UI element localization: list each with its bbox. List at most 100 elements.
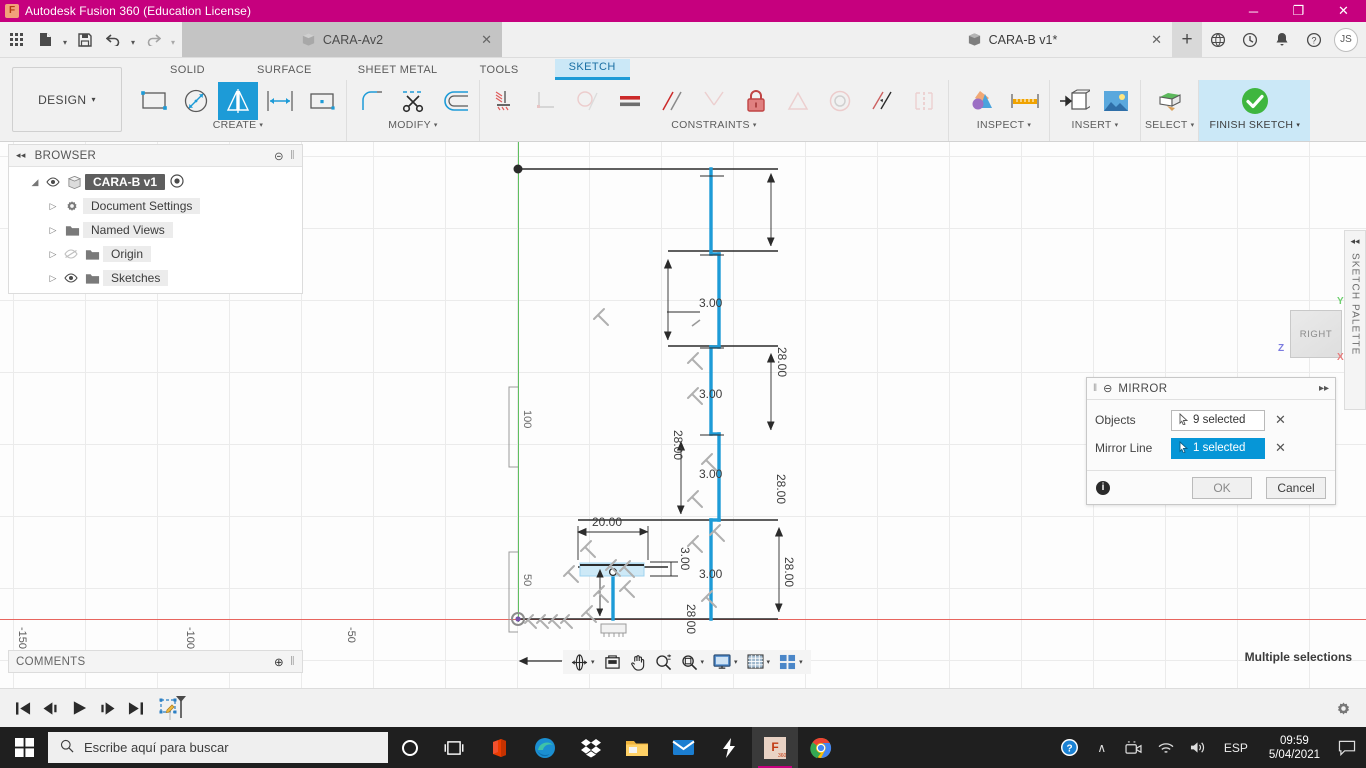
dialog-grip-icon[interactable]: ‖ xyxy=(1093,383,1097,394)
tab-sheet-metal[interactable]: SHEET METAL xyxy=(344,62,452,80)
mirror-dialog[interactable]: ‖ ⊖ MIRROR ▸▸ Objects 9 selected ✕ Mirro… xyxy=(1086,377,1336,505)
mirror-line-clear-icon[interactable]: ✕ xyxy=(1275,440,1286,456)
display-settings-icon[interactable]: ▾ xyxy=(709,651,742,673)
mirror-icon[interactable] xyxy=(218,82,258,120)
mirror-objects-selection[interactable]: 9 selected xyxy=(1171,410,1265,431)
dimension-value[interactable]: 28.00 xyxy=(782,557,796,587)
chevron-down-icon[interactable]: ▾ xyxy=(734,658,738,666)
tab-surface[interactable]: SURFACE xyxy=(243,62,326,80)
play-icon[interactable] xyxy=(66,694,92,722)
add-comment-icon[interactable]: ⊕ xyxy=(274,655,284,669)
tab-solid[interactable]: SOLID xyxy=(156,62,219,80)
browser-collapse-icon[interactable]: ◂◂ xyxy=(16,150,26,161)
taskbar-app-edge[interactable] xyxy=(522,727,568,768)
go-to-beginning-icon[interactable] xyxy=(10,694,36,722)
notification-icon[interactable] xyxy=(1332,727,1362,768)
symmetry-icon[interactable] xyxy=(904,82,944,120)
visibility-eye-icon[interactable] xyxy=(43,177,63,187)
task-view-icon[interactable] xyxy=(432,727,476,768)
mirror-dialog-header[interactable]: ‖ ⊖ MIRROR ▸▸ xyxy=(1087,378,1335,400)
panel-create-label[interactable]: CREATE ▾ xyxy=(213,119,263,131)
point-icon[interactable] xyxy=(302,82,342,120)
app-grid-icon[interactable] xyxy=(3,25,31,55)
dialog-expand-icon[interactable]: ▸▸ xyxy=(1319,383,1329,394)
panel-finish-sketch-label[interactable]: FINISH SKETCH ▾ xyxy=(1209,119,1300,131)
browser-node-origin[interactable]: ▷ Origin xyxy=(9,242,302,266)
taskbar-app-dropbox[interactable] xyxy=(568,727,614,768)
view-cube-face[interactable]: RIGHT xyxy=(1290,310,1342,358)
taskbar-app-office[interactable] xyxy=(476,727,522,768)
browser-node-cara-b[interactable]: ◢ CARA-B v1 xyxy=(9,170,302,194)
browser-node-named-views[interactable]: ▷ Named Views xyxy=(9,218,302,242)
pan-icon[interactable] xyxy=(626,651,650,673)
chevron-up-icon[interactable]: ∧ xyxy=(1087,727,1117,768)
new-file-caret-icon[interactable]: ▾ xyxy=(59,25,71,55)
document-tab-cara-a[interactable]: CARA-Av2 ✕ xyxy=(182,22,502,57)
dimension-value[interactable]: 28.00 xyxy=(684,604,698,634)
grid-snaps-icon[interactable]: ▾ xyxy=(743,651,775,673)
expand-arrow-icon[interactable]: ▷ xyxy=(45,201,61,212)
new-tab-button[interactable]: + xyxy=(1172,22,1202,57)
go-to-end-icon[interactable] xyxy=(122,694,148,722)
section-analysis-icon[interactable] xyxy=(963,82,1003,120)
taskbar-app-lightning[interactable] xyxy=(706,727,752,768)
dimension-value[interactable]: 3.00 xyxy=(699,467,722,481)
insert-canvas-icon[interactable] xyxy=(1096,82,1136,120)
dimension-value[interactable]: 20.00 xyxy=(592,515,622,529)
browser-grip-icon[interactable]: ‖ xyxy=(290,150,295,162)
step-forward-icon[interactable] xyxy=(94,694,120,722)
equal-icon[interactable] xyxy=(610,82,650,120)
document-tab-close-icon[interactable]: ✕ xyxy=(481,32,492,48)
panel-finish-sketch[interactable]: FINISH SKETCH ▾ xyxy=(1199,80,1310,141)
chevron-down-icon[interactable]: ▾ xyxy=(591,658,595,666)
design-workspace-selector[interactable]: DESIGN ▾ xyxy=(12,67,122,132)
fit-icon[interactable]: ▾ xyxy=(677,651,709,673)
maximize-button[interactable]: ❐ xyxy=(1276,0,1321,22)
visibility-eye-off-icon[interactable] xyxy=(61,249,81,259)
sketch-timeline-item-icon[interactable] xyxy=(156,694,190,722)
dimension-value[interactable]: 3.00 xyxy=(678,547,692,570)
taskbar-app-chrome[interactable] xyxy=(798,727,844,768)
bell-icon[interactable] xyxy=(1266,23,1298,57)
dimension-value[interactable]: 28.00 xyxy=(671,430,685,460)
help-icon[interactable]: ? xyxy=(1298,23,1330,57)
panel-constraints-label[interactable]: CONSTRAINTS ▾ xyxy=(671,119,756,131)
wifi-icon[interactable] xyxy=(1151,727,1181,768)
offset-icon[interactable] xyxy=(435,82,475,120)
redo-icon[interactable] xyxy=(139,25,167,55)
dimension-icon[interactable] xyxy=(260,82,300,120)
volume-icon[interactable] xyxy=(1183,727,1213,768)
ok-button[interactable]: OK xyxy=(1192,477,1252,499)
panel-modify-label[interactable]: MODIFY ▾ xyxy=(388,119,437,131)
comments-panel[interactable]: COMMENTS ⊕ ‖ xyxy=(8,650,303,673)
midpoint-icon[interactable] xyxy=(778,82,818,120)
browser-node-document-settings[interactable]: ▷ Document Settings xyxy=(9,194,302,218)
tangent-icon[interactable] xyxy=(568,82,608,120)
minimize-button[interactable]: ─ xyxy=(1231,0,1276,22)
fillet-icon[interactable] xyxy=(351,82,391,120)
parallel-icon[interactable] xyxy=(652,82,692,120)
comments-grip-icon[interactable]: ‖ xyxy=(290,656,295,668)
chevron-down-icon[interactable]: ▾ xyxy=(701,658,705,666)
expand-arrow-icon[interactable]: ▷ xyxy=(45,225,61,236)
tray-clock[interactable]: 09:59 5/04/2021 xyxy=(1259,734,1330,762)
expand-arrow-icon[interactable]: ◢ xyxy=(27,177,43,188)
zoom-icon[interactable] xyxy=(651,651,676,673)
tray-language[interactable]: ESP xyxy=(1215,741,1257,755)
activate-component-icon[interactable] xyxy=(170,174,184,191)
chevron-down-icon[interactable]: ▾ xyxy=(799,658,803,666)
save-icon[interactable] xyxy=(71,25,99,55)
taskbar-app-file-explorer[interactable] xyxy=(614,727,660,768)
look-at-icon[interactable] xyxy=(600,651,625,673)
sketch-palette-collapse-icon[interactable]: ◂◂ xyxy=(1350,236,1359,247)
collinear-icon[interactable] xyxy=(862,82,902,120)
timeline-settings-icon[interactable] xyxy=(1330,695,1356,721)
browser-node-sketches[interactable]: ▷ Sketches xyxy=(9,266,302,290)
visibility-eye-icon[interactable] xyxy=(61,273,81,283)
recent-icon[interactable] xyxy=(1234,23,1266,57)
tab-sketch[interactable]: SKETCH xyxy=(555,59,630,80)
measure-icon[interactable] xyxy=(1005,82,1045,120)
expand-arrow-icon[interactable]: ▷ xyxy=(45,249,61,260)
dimension-value[interactable]: 28.00 xyxy=(775,347,789,377)
dimension-value[interactable]: 3.00 xyxy=(699,296,722,310)
